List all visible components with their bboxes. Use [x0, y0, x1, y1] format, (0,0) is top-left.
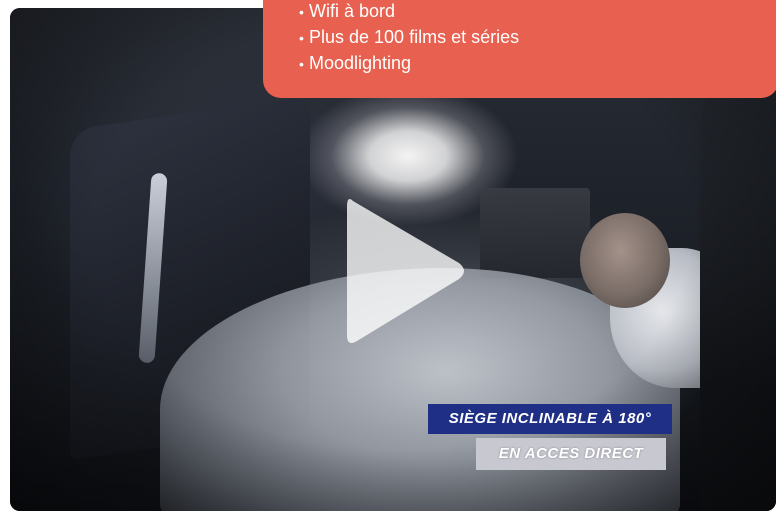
bullet-icon: •	[299, 56, 304, 72]
feature-label: Moodlighting	[309, 53, 412, 73]
bullet-icon: •	[299, 4, 304, 20]
play-icon	[347, 199, 464, 343]
bullet-icon: •	[299, 30, 304, 46]
features-list: • Wifi à bord • Plus de 100 films et série…	[299, 0, 776, 76]
feature-item-wifi: • Wifi à bord	[299, 0, 776, 24]
features-card: • Wifi à bord • Plus de 100 films et série…	[263, 0, 776, 98]
feature-label: Wifi à bord	[309, 1, 396, 21]
feature-item-films: • Plus de 100 films et séries	[299, 24, 776, 50]
feature-label: Plus de 100 films et séries	[309, 27, 520, 47]
play-button[interactable]	[347, 191, 467, 351]
caption-direct-access: EN ACCES DIRECT	[476, 438, 666, 470]
caption-seat-recline: SIÈGE INCLINABLE À 180°	[428, 404, 672, 434]
feature-item-moodlighting: • Moodlighting	[299, 50, 776, 76]
